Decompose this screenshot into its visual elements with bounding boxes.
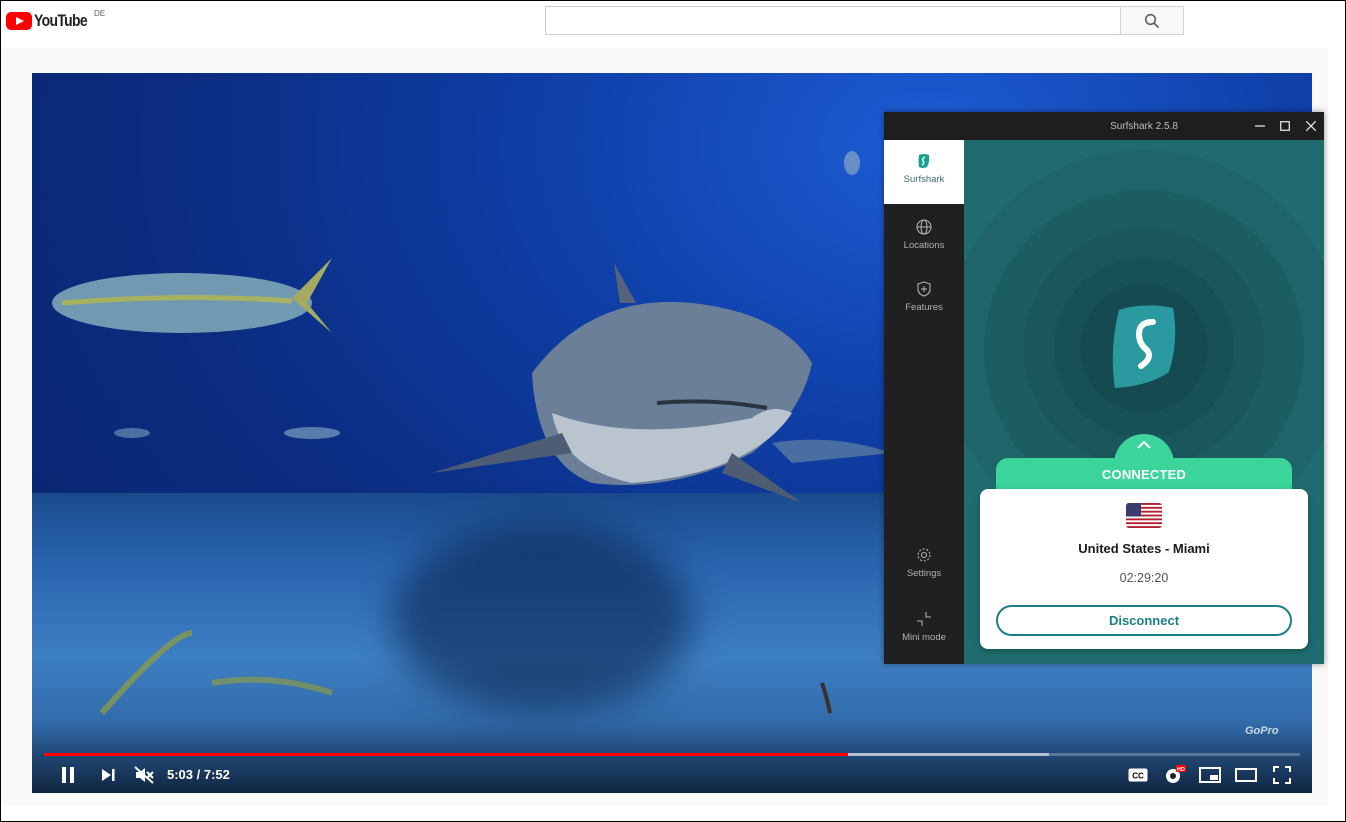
connection-status: CONNECTED	[1101, 467, 1187, 482]
settings-button[interactable]: HD	[1162, 763, 1188, 787]
youtube-header: YouTube DE	[0, 0, 1346, 48]
mute-button[interactable]	[132, 763, 156, 787]
surfshark-logo-icon	[918, 154, 930, 168]
search-icon	[1144, 13, 1160, 28]
connection-timer: 02:29:20	[1119, 571, 1169, 585]
minimize-arrows-icon	[917, 612, 931, 626]
youtube-logo-text: YouTube	[34, 11, 88, 30]
gear-icon	[917, 548, 931, 562]
volume-muted-icon	[134, 766, 154, 784]
surfshark-main: CONNECTED United States - Miami 02:29:20…	[964, 140, 1324, 664]
minimize-icon	[1255, 125, 1265, 127]
surfshark-logo	[1109, 300, 1179, 392]
nav-features[interactable]: Features	[884, 268, 964, 332]
maximize-window-button[interactable]	[1277, 118, 1293, 134]
shield-plus-icon	[917, 281, 931, 297]
search-button[interactable]	[1120, 6, 1184, 35]
minimize-window-button[interactable]	[1252, 118, 1268, 134]
close-window-button[interactable]	[1303, 118, 1319, 134]
maximize-icon	[1280, 121, 1290, 131]
shark-shape	[432, 263, 812, 503]
captions-button[interactable]: CC	[1126, 763, 1150, 787]
next-button[interactable]	[96, 763, 120, 787]
progress-played	[44, 753, 848, 756]
svg-text:CC: CC	[1132, 772, 1144, 781]
theater-icon	[1235, 768, 1257, 782]
nav-surfshark[interactable]: Surfshark	[884, 140, 964, 204]
surfshark-titlebar[interactable]: Surfshark 2.5.8	[884, 112, 1324, 140]
current-time: 5:03	[167, 767, 194, 782]
cc-icon: CC	[1128, 768, 1148, 782]
connected-location: United States - Miami	[1078, 541, 1210, 556]
chevron-up-icon[interactable]	[1136, 440, 1152, 450]
surfshark-sidebar: Surfshark Locations Features Settings Mi…	[884, 140, 964, 664]
progress-bar[interactable]	[44, 753, 1300, 756]
duration: 7:52	[203, 767, 230, 782]
pause-button[interactable]	[56, 763, 80, 787]
connection-card: United States - Miami 02:29:20 Disconnec…	[980, 489, 1308, 649]
region-code: DE	[94, 9, 106, 18]
time-display: 5:03 / 7:52	[167, 767, 230, 782]
nav-locations[interactable]: Locations	[884, 206, 964, 270]
theater-button[interactable]	[1234, 763, 1258, 787]
pause-icon	[62, 767, 74, 783]
nav-label: Settings	[906, 568, 942, 579]
nav-label: Surfshark	[903, 174, 945, 185]
fish-left	[52, 258, 332, 333]
youtube-play-icon	[6, 12, 32, 30]
nav-settings[interactable]: Settings	[884, 534, 964, 598]
nav-label: Features	[905, 302, 943, 313]
svg-text:HD: HD	[1177, 767, 1185, 773]
youtube-logo[interactable]: YouTube DE	[6, 9, 105, 32]
gear-hd-icon: HD	[1166, 765, 1186, 783]
gopro-watermark: GoPro	[1245, 725, 1279, 737]
close-icon	[1306, 121, 1316, 131]
time-separator: /	[193, 767, 204, 782]
search-input[interactable]	[545, 6, 1119, 35]
miniplayer-icon	[1199, 767, 1221, 783]
nav-label: Locations	[903, 240, 945, 251]
next-icon	[102, 769, 115, 781]
fullscreen-icon	[1273, 766, 1291, 784]
controls-gradient	[32, 723, 1312, 793]
surfshark-big-logo-icon	[1112, 305, 1176, 388]
miniplayer-button[interactable]	[1198, 763, 1222, 787]
fullscreen-button[interactable]	[1270, 763, 1294, 787]
nav-mini-mode[interactable]: Mini mode	[884, 598, 964, 662]
surfshark-window: Surfshark 2.5.8 Surfshark Locations Feat…	[884, 112, 1324, 664]
us-flag-icon	[1126, 503, 1162, 528]
globe-icon	[916, 219, 932, 235]
shark-bg	[772, 439, 892, 463]
nav-label: Mini mode	[902, 632, 946, 643]
disconnect-button[interactable]: Disconnect	[996, 605, 1292, 636]
